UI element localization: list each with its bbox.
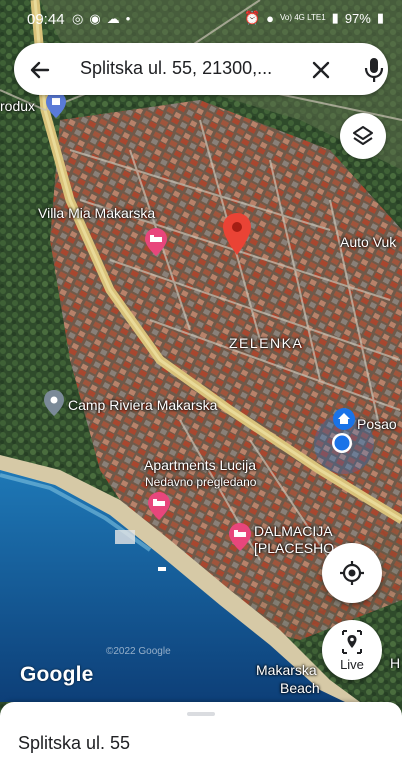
map-label-h[interactable]: H	[390, 655, 400, 671]
dot-icon: •	[125, 11, 131, 26]
messenger-icon: ◉	[89, 11, 101, 26]
system-icons: ⏰ ● Vo) 4G LTE1 ▮ 97% ▮	[244, 10, 384, 26]
my-location-button[interactable]	[322, 543, 382, 603]
alarm-icon: ⏰	[243, 10, 261, 25]
cloud-icon: ☁	[106, 11, 120, 26]
notification-icons: ◎ ◉ ☁ •	[72, 11, 130, 27]
map-label-auto-vuk[interactable]: Auto Vuk	[340, 234, 396, 250]
map-copyright: ©2022 Google	[106, 646, 171, 657]
mic-icon[interactable]	[361, 55, 387, 85]
live-view-label: Live	[340, 657, 364, 672]
live-view-icon	[342, 630, 362, 654]
map-label-recently-viewed: Nedavno pregledano	[145, 475, 257, 489]
search-query[interactable]: Splitska ul. 55, 21300,...	[80, 58, 272, 79]
map-label-makarska[interactable]: Makarska	[256, 662, 317, 678]
map-label-camp-riviera[interactable]: Camp Riviera Makarska	[68, 397, 217, 413]
layers-button[interactable]	[340, 113, 386, 159]
map-label-dalmacija[interactable]: DALMACIJA	[254, 523, 333, 539]
map-label-posao[interactable]: Posao	[357, 416, 397, 432]
location-icon: ●	[266, 10, 274, 26]
drag-handle[interactable]	[187, 712, 215, 716]
clear-icon[interactable]	[307, 56, 335, 84]
live-view-button[interactable]: Live	[322, 620, 382, 680]
network-indicator: Vo) 4G LTE1	[280, 13, 326, 22]
map-label-prodex[interactable]: rodux	[0, 98, 35, 114]
map-label-villa-mia[interactable]: Villa Mia Makarska	[38, 205, 155, 221]
map-label-neighborhood: ZELENKA	[229, 335, 304, 351]
place-bottom-sheet[interactable]: Splitska ul. 55	[0, 702, 402, 768]
layers-icon	[353, 126, 373, 145]
place-title: Splitska ul. 55	[18, 733, 131, 753]
battery-text: 97%	[344, 10, 371, 26]
search-bar[interactable]: Splitska ul. 55, 21300,...	[14, 43, 388, 95]
locate-icon	[340, 561, 364, 585]
signal-icon: ▮	[331, 10, 339, 25]
status-time: 09:44	[27, 11, 65, 28]
whatsapp-icon: ◎	[72, 11, 84, 26]
status-bar: 09:44 ◎ ◉ ☁ • ⏰ ● Vo) 4G LTE1 ▮ 97% ▮	[0, 0, 402, 38]
battery-icon: ▮	[376, 10, 384, 25]
map-label-beach[interactable]: Beach	[280, 680, 320, 696]
back-arrow-icon[interactable]	[26, 56, 54, 84]
google-logo: Google	[20, 663, 94, 686]
map-label-apartments-lucija[interactable]: Apartments Lucija	[144, 457, 256, 473]
